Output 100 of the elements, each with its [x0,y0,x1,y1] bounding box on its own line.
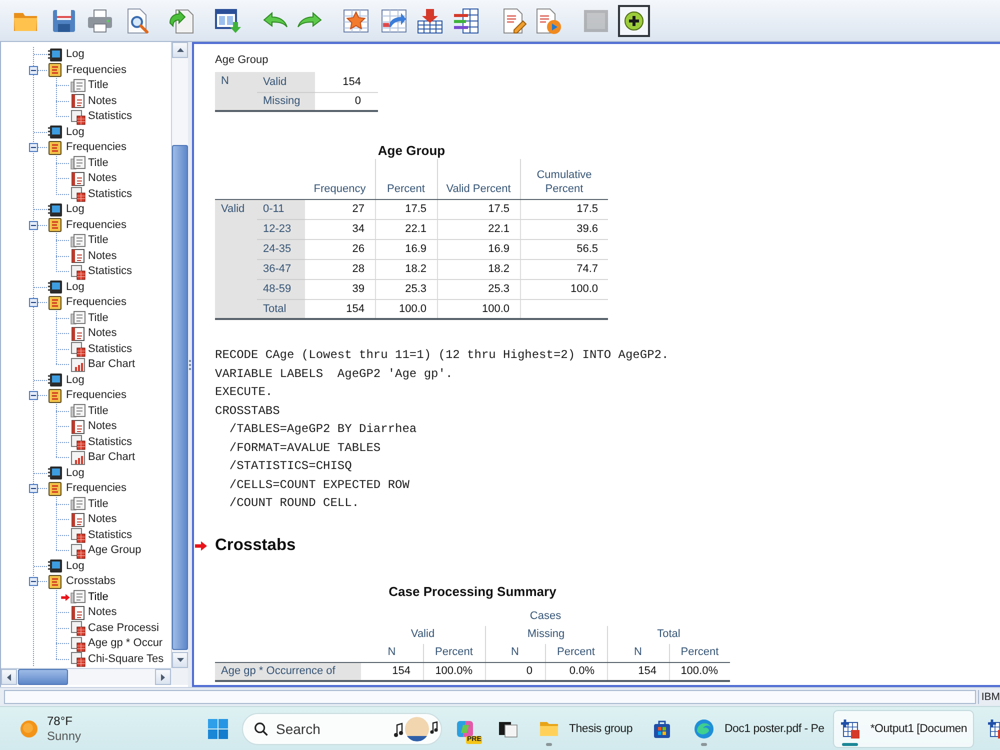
tree-item[interactable]: Bar Chart [70,357,136,372]
tree-item[interactable]: Title [70,404,108,419]
star-grid-icon [342,6,370,34]
tree-item[interactable]: Chi-Square Tes [70,652,164,667]
search-input[interactable]: Search [276,720,385,738]
running-indicator [546,742,552,746]
tree-item[interactable]: Title [70,78,108,94]
syntax-line: /COUNT ROUND CELL. [228,495,360,512]
scroll-down-button[interactable] [172,652,188,668]
tree-item[interactable]: Statistics [70,109,132,124]
section-heading: Crosstabs [215,536,296,555]
weather-condition-text: Sunny [47,728,82,744]
tree-item[interactable]: Title [70,233,108,248]
table-cell: 56.5 [520,239,608,259]
collapse-toggle[interactable] [29,143,38,152]
tree-item[interactable]: Log [47,124,84,140]
down-arrow-table-icon [416,6,444,34]
table-page-icon [70,542,86,559]
tree-item[interactable]: Statistics [70,528,132,543]
tree-item[interactable]: Crosstabs [47,574,116,590]
row-header: 48-59 [257,279,305,299]
tree-item[interactable]: Bar Chart [70,450,136,466]
tree-item[interactable]: Title [70,590,108,605]
column-group-header: Missing [485,626,607,644]
notes-page-icon [70,326,86,342]
taskbar-button[interactable]: Thesis group [532,710,640,748]
book-icon [47,62,63,78]
tree-item[interactable]: Notes [70,605,117,620]
tree-item[interactable]: Age Group [70,543,142,558]
window-arrow-icon [214,6,242,34]
tree-item[interactable]: Statistics [70,264,132,280]
tree-item[interactable]: Notes [70,419,117,434]
table-page-icon [70,341,86,358]
toolbar-button[interactable] [618,4,650,36]
notes-page-icon [70,418,86,435]
tree-item[interactable]: Notes [70,248,117,264]
table-cell: 26 [305,239,375,259]
tree-item[interactable]: Frequencies [47,481,127,496]
tree-item[interactable]: Frequencies [47,295,127,310]
running-indicator [701,742,708,746]
notes-page-icon [70,170,86,187]
collapse-toggle[interactable] [29,298,38,308]
collapse-toggle[interactable] [29,220,38,230]
collapse-toggle[interactable] [29,577,38,586]
column-header: Cumulative Percent [520,159,608,199]
tree-item[interactable]: Frequencies [47,140,127,156]
notes-page-icon [70,604,86,621]
tree-item[interactable]: Notes [70,326,117,342]
search-box[interactable]: Search [242,712,442,744]
column-header: N [361,644,423,662]
column-group-header: Cases [528,608,562,624]
table-page-icon [70,620,86,636]
tree-item[interactable]: Title [70,496,108,512]
tree-item[interactable]: Title [70,310,108,326]
scrollbar-thumb[interactable] [172,145,188,650]
table-cell: 17.5 [375,199,437,219]
column-group-header: Valid [361,626,485,644]
notebook-icon [47,558,63,574]
taskbar-button[interactable]: Doc1 poster.pdf - Pe [687,710,832,748]
status-text: IBM [978,690,1000,704]
tree-item[interactable]: Log [47,280,84,295]
tree-item[interactable]: Title [70,156,108,171]
taskbar-button[interactable]: *Output1 [Documen [833,710,974,748]
tree-item[interactable]: Notes [70,94,117,109]
table-cell: 154 [315,72,378,92]
tree-item[interactable]: Statistics [70,434,132,450]
column-group-header: Total [607,626,730,644]
scroll-right-button[interactable] [155,669,171,685]
table-cell: 154 [361,662,423,680]
title-page-icon [70,232,86,249]
scrollbar-thumb[interactable] [18,669,68,685]
pointer-arrow-icon [61,594,70,601]
weather-widget[interactable]: 78°F Sunny [16,710,86,748]
tree-item[interactable]: Frequencies [47,218,127,233]
table-page-icon [70,264,86,280]
collapse-toggle[interactable] [29,391,38,400]
tree-item[interactable]: Age gp * Occur [70,636,163,652]
title-page-icon [70,589,86,606]
tree-item[interactable]: Statistics [70,342,132,357]
tree-item[interactable]: Notes [70,171,117,186]
bars-table-icon [452,6,480,34]
tree-item[interactable]: Frequencies [47,388,127,404]
table-page-icon [70,434,86,450]
tree-item[interactable]: Log [47,47,84,62]
tree-item[interactable]: Log [47,372,84,388]
tree-item[interactable]: Case Processi [70,620,159,636]
row-group-header: N [215,72,257,111]
scroll-up-button[interactable] [172,42,188,58]
tree-item[interactable]: Notes [70,512,117,528]
collapse-toggle[interactable] [29,484,38,494]
tree-item[interactable]: Frequencies [47,62,127,78]
table-page-icon [70,636,86,652]
collapse-toggle[interactable] [29,66,38,75]
tree-item[interactable]: Log [47,202,84,218]
tree-item[interactable]: Log [47,466,84,481]
printer-icon [86,6,114,34]
tree-item[interactable]: Log [47,558,84,574]
music-illustration-icon [393,714,439,742]
scroll-left-button[interactable] [1,669,17,685]
tree-item[interactable]: Statistics [70,186,132,202]
